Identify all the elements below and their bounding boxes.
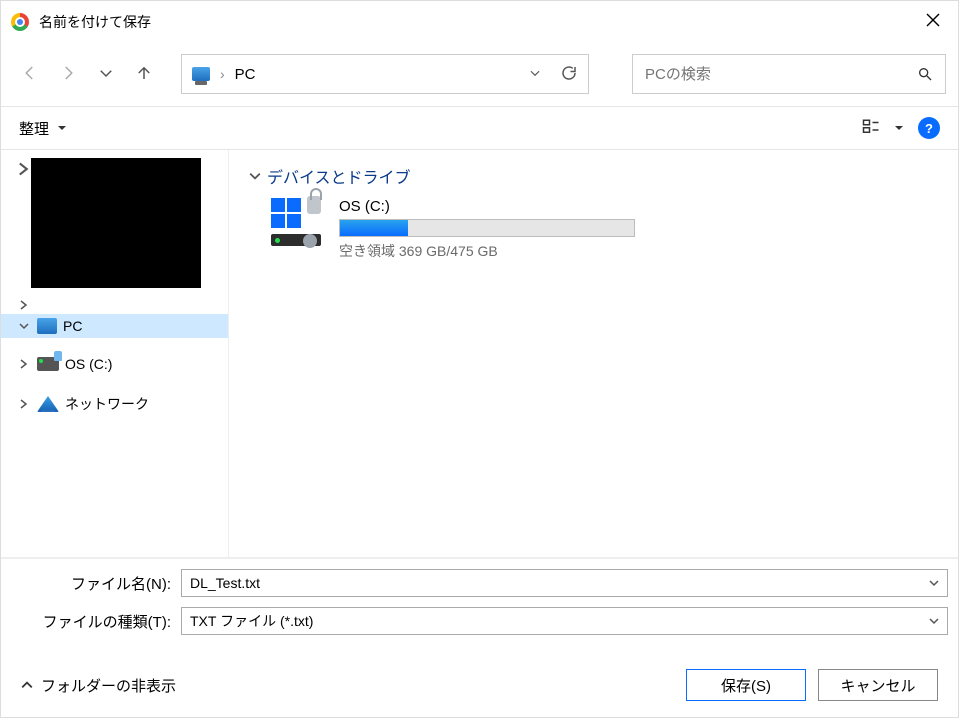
search-box[interactable] xyxy=(632,54,946,94)
save-label: 保存(S) xyxy=(721,675,771,696)
save-button[interactable]: 保存(S) xyxy=(686,669,806,701)
filetype-label: ファイルの種類(T): xyxy=(11,611,171,632)
drive-icon xyxy=(271,198,327,246)
organize-button[interactable]: 整理 xyxy=(19,118,67,139)
sidebar-item-spacer xyxy=(1,296,228,314)
close-icon[interactable] xyxy=(922,9,944,34)
address-location: PC xyxy=(235,66,518,83)
pc-icon xyxy=(192,67,210,81)
chevron-down-icon[interactable] xyxy=(528,66,542,83)
search-input[interactable] xyxy=(645,66,917,83)
save-as-dialog: 名前を付けて保存 › PC 整理 xyxy=(0,0,959,718)
sidebar-item-label: PC xyxy=(63,318,82,334)
help-icon[interactable]: ? xyxy=(918,117,940,139)
chevron-down-icon[interactable] xyxy=(17,321,31,331)
form-area: ファイル名(N): DL_Test.txt ファイルの種類(T): TXT ファ… xyxy=(1,557,958,653)
user-thumbnail xyxy=(31,158,201,288)
file-pane[interactable]: デバイスとドライブ OS (C:) 空き領域 369 GB/475 GB xyxy=(229,150,958,557)
back-button[interactable] xyxy=(21,64,39,85)
sidebar: PC OS (C:) ネットワーク xyxy=(1,150,229,557)
sidebar-item-label: ネットワーク xyxy=(65,394,149,414)
toolbar: 整理 ? xyxy=(1,106,958,150)
search-icon xyxy=(917,66,933,82)
chevron-right-icon[interactable] xyxy=(17,359,31,369)
group-label: デバイスとドライブ xyxy=(267,164,411,188)
filetype-combo[interactable]: TXT ファイル (*.txt) xyxy=(181,607,948,635)
sidebar-item-user[interactable] xyxy=(1,156,228,290)
chevron-down-icon[interactable] xyxy=(929,578,939,588)
capacity-bar xyxy=(339,219,635,237)
drive-item-os-c[interactable]: OS (C:) 空き領域 369 GB/475 GB xyxy=(249,198,938,261)
cancel-label: キャンセル xyxy=(840,675,915,696)
sidebar-item-network[interactable]: ネットワーク xyxy=(1,390,228,418)
view-options-icon[interactable] xyxy=(862,118,880,139)
group-header[interactable]: デバイスとドライブ xyxy=(249,164,938,188)
drive-icon xyxy=(37,357,59,371)
footer: フォルダーの非表示 保存(S) キャンセル xyxy=(1,653,958,717)
chevron-down-icon[interactable] xyxy=(929,616,939,626)
hide-folders-label: フォルダーの非表示 xyxy=(41,675,176,696)
capacity-text: 空き領域 369 GB/475 GB xyxy=(339,241,635,261)
network-icon xyxy=(37,396,59,412)
sidebar-item-pc[interactable]: PC xyxy=(1,314,228,338)
chrome-icon xyxy=(11,13,29,31)
history-dropdown[interactable] xyxy=(97,64,115,85)
filename-combo[interactable]: DL_Test.txt xyxy=(181,569,948,597)
sidebar-item-label: OS (C:) xyxy=(65,356,112,372)
view-dropdown[interactable] xyxy=(894,120,904,136)
sidebar-item-os-c[interactable]: OS (C:) xyxy=(1,352,228,376)
address-bar[interactable]: › PC xyxy=(181,54,589,94)
navbar: › PC xyxy=(1,42,958,106)
filename-value: DL_Test.txt xyxy=(190,575,260,591)
filename-label: ファイル名(N): xyxy=(11,573,171,594)
chevron-up-icon xyxy=(21,679,33,691)
organize-label: 整理 xyxy=(19,118,49,139)
refresh-icon[interactable] xyxy=(560,64,578,85)
cancel-button[interactable]: キャンセル xyxy=(818,669,938,701)
hide-folders-button[interactable]: フォルダーの非表示 xyxy=(21,675,176,696)
drive-name: OS (C:) xyxy=(339,198,635,215)
titlebar: 名前を付けて保存 xyxy=(1,1,958,42)
address-separator: › xyxy=(220,66,225,82)
up-button[interactable] xyxy=(135,64,153,85)
dialog-title: 名前を付けて保存 xyxy=(39,12,151,32)
filetype-value: TXT ファイル (*.txt) xyxy=(190,611,313,631)
chevron-right-icon[interactable] xyxy=(17,399,31,409)
chevron-down-icon xyxy=(249,170,261,182)
pc-icon xyxy=(37,318,57,334)
forward-button[interactable] xyxy=(59,64,77,85)
